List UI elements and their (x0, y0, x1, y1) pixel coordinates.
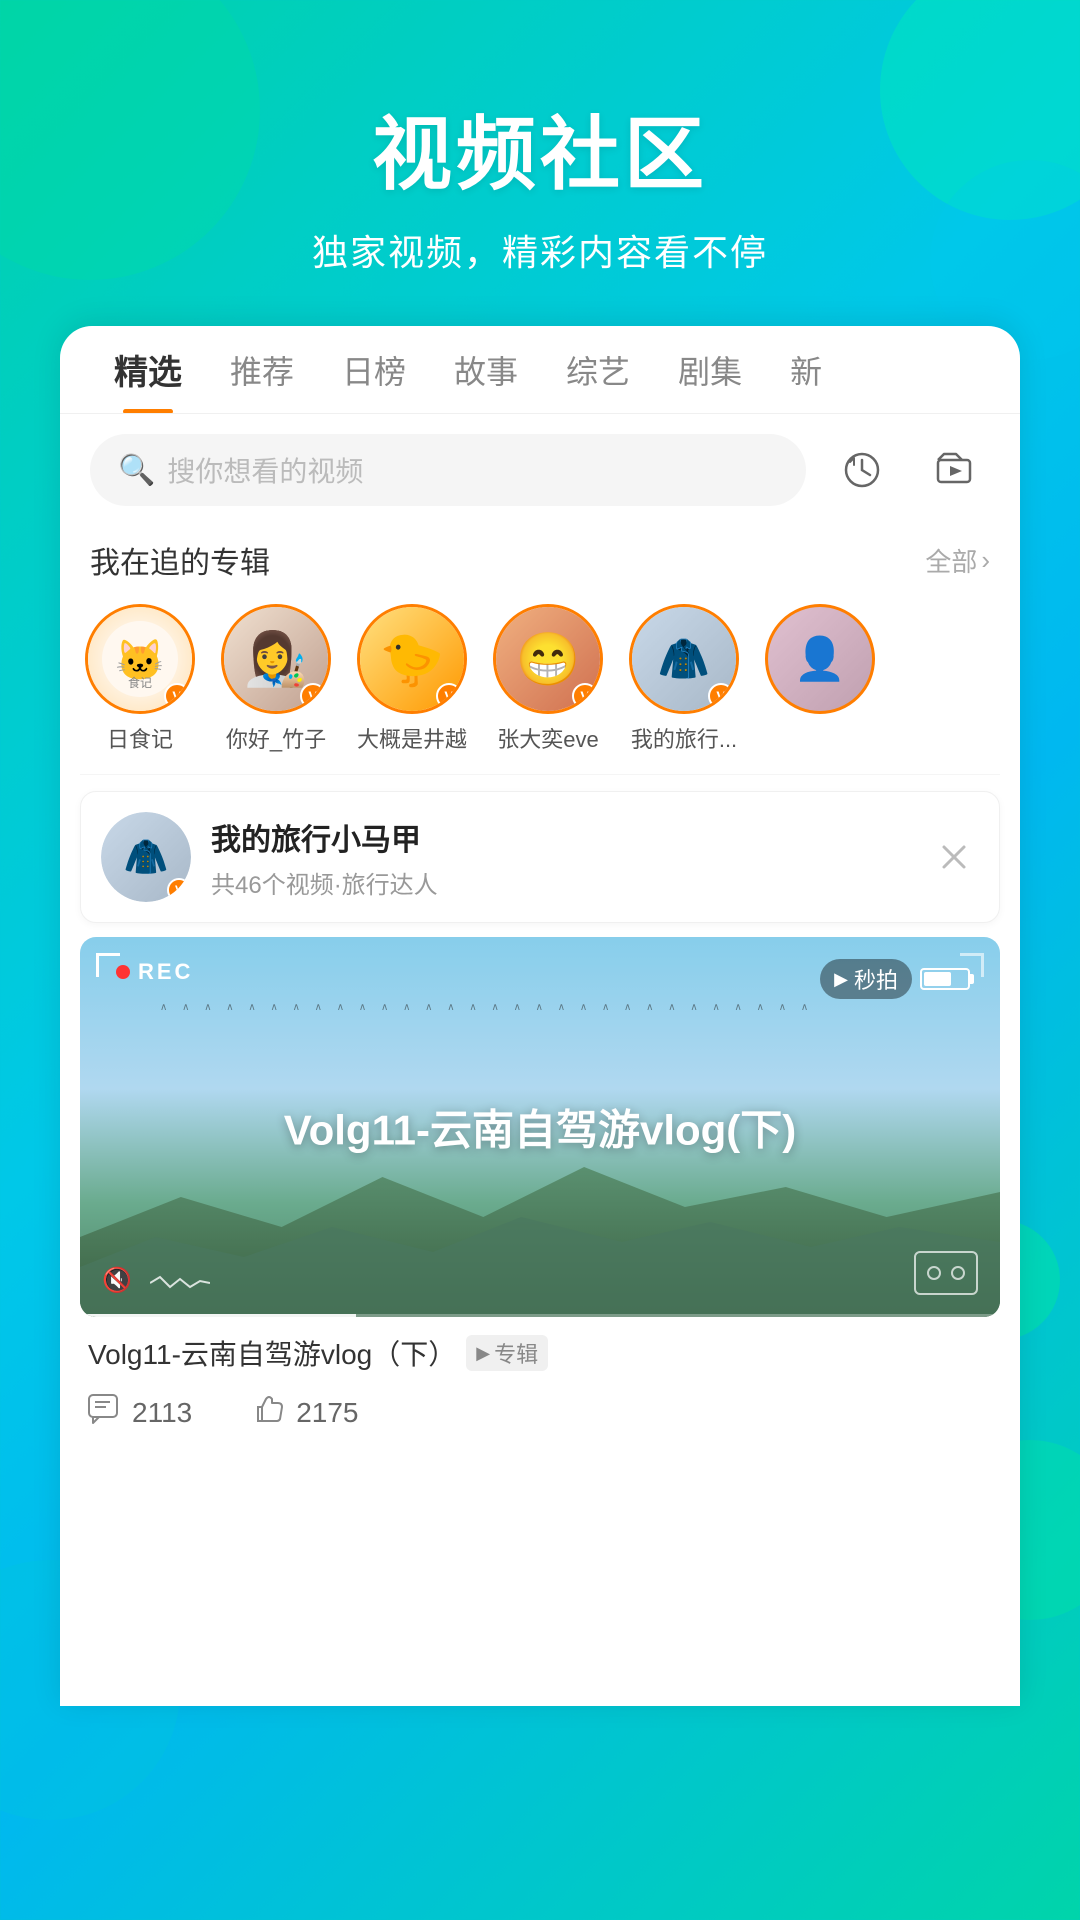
tab-zongyi[interactable]: 综艺 (542, 326, 654, 414)
tab-jingxuan[interactable]: 精选 (90, 326, 206, 414)
avatar-circle-4: 😁 V (493, 604, 603, 714)
vip-badge-4: V (572, 683, 598, 709)
avatar-item-4[interactable]: 😁 V 张大奕eve (488, 604, 608, 754)
tab-juju[interactable]: 剧集 (654, 326, 766, 414)
channel-desc: 共46个视频·旅行达人 (211, 865, 909, 900)
close-button[interactable] (929, 832, 979, 882)
secondpai-badge: ▶ 秒拍 (820, 959, 912, 999)
video-meta-title: Volg11-云南自驾游vlog（下） ▶ 专辑 (88, 1333, 992, 1373)
tab-new[interactable]: 新 (766, 326, 846, 414)
header: 视频社区 独家视频，精彩内容看不停 (0, 0, 1080, 326)
avatar-circle-3: 🐤 V (357, 604, 467, 714)
search-area: 🔍 搜你想看的视频 (60, 414, 1020, 522)
video-progress-bar[interactable] (80, 1314, 1000, 1317)
vip-badge-2: V (300, 683, 326, 709)
avatar-item-1[interactable]: 🐱 食记 V 日食记 (80, 604, 200, 754)
svg-text:食记: 食记 (128, 675, 152, 690)
video-stats: 2113 2175 (60, 1383, 1020, 1453)
cassette-icon (914, 1251, 978, 1295)
following-title: 我在追的专辑 (90, 538, 270, 582)
video-thumbnail[interactable]: REC ▶ 秒拍 ∧ ∧ ∧ ∧ ∧ ∧ ∧ ∧ ∧ ∧ ∧ ∧ ∧ ∧ ∧ ∧… (80, 937, 1000, 1317)
avatar-circle-5: 🧥 V (629, 604, 739, 714)
tab-tuijian[interactable]: 推荐 (206, 326, 318, 414)
mute-icon[interactable]: 🔇 (102, 1266, 132, 1295)
search-box[interactable]: 🔍 搜你想看的视频 (90, 434, 806, 506)
comment-stat[interactable]: 2113 (88, 1394, 192, 1432)
birds-area: ∧ ∧ ∧ ∧ ∧ ∧ ∧ ∧ ∧ ∧ ∧ ∧ ∧ ∧ ∧ ∧ ∧ ∧ ∧ ∧ … (160, 997, 840, 1015)
avatar-item-6[interactable]: 👤 (760, 604, 880, 754)
vip-badge-3: V (436, 683, 462, 709)
avatar-name-1: 日食记 (80, 722, 200, 754)
avatar-item-5[interactable]: 🧥 V 我的旅行... (624, 604, 744, 754)
video-folder-button[interactable] (918, 434, 990, 506)
album-badge[interactable]: ▶ 专辑 (466, 1335, 548, 1371)
avatar-item-3[interactable]: 🐤 V 大概是井越 (352, 604, 472, 754)
following-section-header: 我在追的专辑 全部 › (60, 522, 1020, 594)
tab-ribang[interactable]: 日榜 (318, 326, 430, 414)
search-icon: 🔍 (118, 453, 155, 488)
avatar-name-2: 你好_竹子 (216, 722, 336, 754)
avatar-circle-2: 👩‍🎨 V (221, 604, 331, 714)
video-top-right: ▶ 秒拍 (820, 959, 970, 999)
audio-waveform (150, 1273, 210, 1293)
channel-avatar: 🧥 V (101, 812, 191, 902)
avatar-name-4: 张大奕eve (488, 722, 608, 754)
main-card: 精选 推荐 日榜 故事 综艺 剧集 新 🔍 搜你想看的视频 (60, 326, 1020, 1706)
like-icon (252, 1393, 286, 1433)
video-progress-fill (80, 1314, 356, 1317)
tab-gushi[interactable]: 故事 (430, 326, 542, 414)
avatar-row: 🐱 食记 V 日食记 👩‍🎨 V 你好_竹子 🐤 V 大概是井越 (60, 594, 1020, 774)
mountain-landscape (80, 1137, 1000, 1317)
like-stat[interactable]: 2175 (252, 1393, 358, 1433)
vip-badge-1: V (164, 683, 190, 709)
channel-card: 🧥 V 我的旅行小马甲 共46个视频·旅行达人 (80, 791, 1000, 923)
battery-icon (920, 968, 970, 990)
vip-badge-5: V (708, 683, 734, 709)
chevron-right-icon: › (981, 545, 990, 576)
avatar-circle-1: 🐱 食记 V (85, 604, 195, 714)
channel-info: 我的旅行小马甲 共46个视频·旅行达人 (211, 815, 909, 900)
video-meta: Volg11-云南自驾游vlog（下） ▶ 专辑 (60, 1317, 1020, 1383)
tabs-row: 精选 推荐 日榜 故事 综艺 剧集 新 (60, 326, 1020, 414)
avatar-item-2[interactable]: 👩‍🎨 V 你好_竹子 (216, 604, 336, 754)
more-button[interactable]: 全部 › (925, 542, 990, 579)
avatar-circle-6: 👤 (765, 604, 875, 714)
page-subtitle: 独家视频，精彩内容看不停 (0, 224, 1080, 276)
rec-badge: REC (116, 959, 193, 985)
search-placeholder: 搜你想看的视频 (167, 450, 363, 490)
channel-name: 我的旅行小马甲 (211, 815, 909, 859)
history-button[interactable] (826, 434, 898, 506)
page-title: 视频社区 (0, 90, 1080, 206)
avatar-name-5: 我的旅行... (624, 722, 744, 754)
divider-1 (80, 774, 1000, 775)
avatar-name-3: 大概是井越 (352, 722, 472, 754)
comment-icon (88, 1394, 122, 1432)
